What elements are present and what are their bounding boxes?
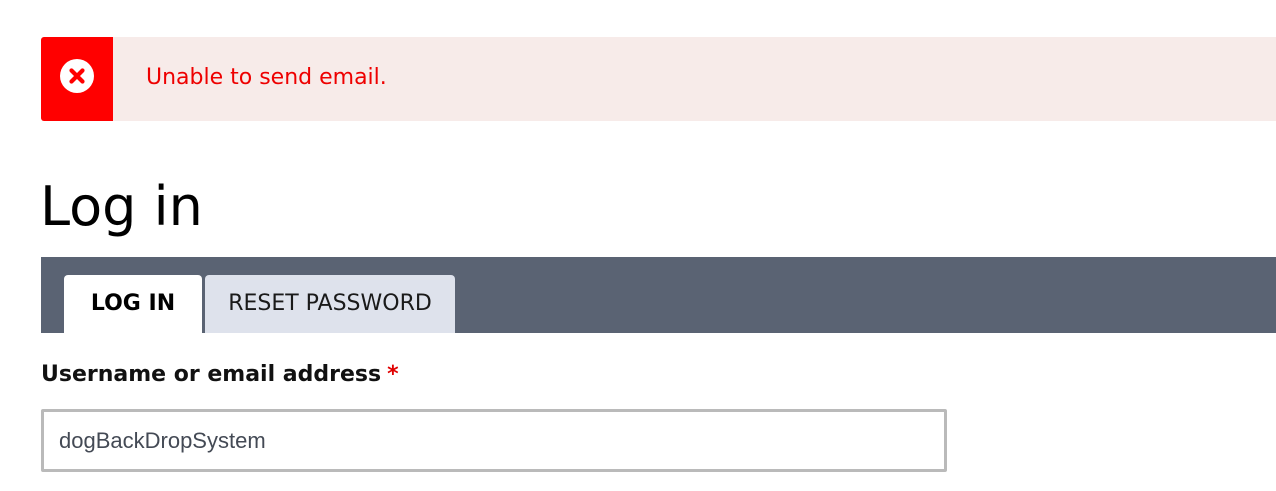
required-marker: * — [387, 362, 399, 387]
username-label-text: Username or email address — [41, 362, 382, 387]
tabs-bar: LOG IN RESET PASSWORD — [41, 257, 1276, 333]
error-message-text: Unable to send email. — [146, 65, 387, 90]
username-input[interactable] — [41, 409, 947, 472]
tab-reset-password[interactable]: RESET PASSWORD — [205, 275, 455, 333]
error-message: Unable to send email. — [41, 37, 1276, 121]
error-icon-box — [41, 37, 113, 121]
error-x-circle-icon — [60, 59, 94, 93]
page-title: Log in — [40, 175, 203, 238]
tab-log-in[interactable]: LOG IN — [64, 275, 202, 333]
login-page: Unable to send email. Log in LOG IN RESE… — [0, 0, 1276, 491]
username-label: Username or email address * — [41, 360, 399, 390]
